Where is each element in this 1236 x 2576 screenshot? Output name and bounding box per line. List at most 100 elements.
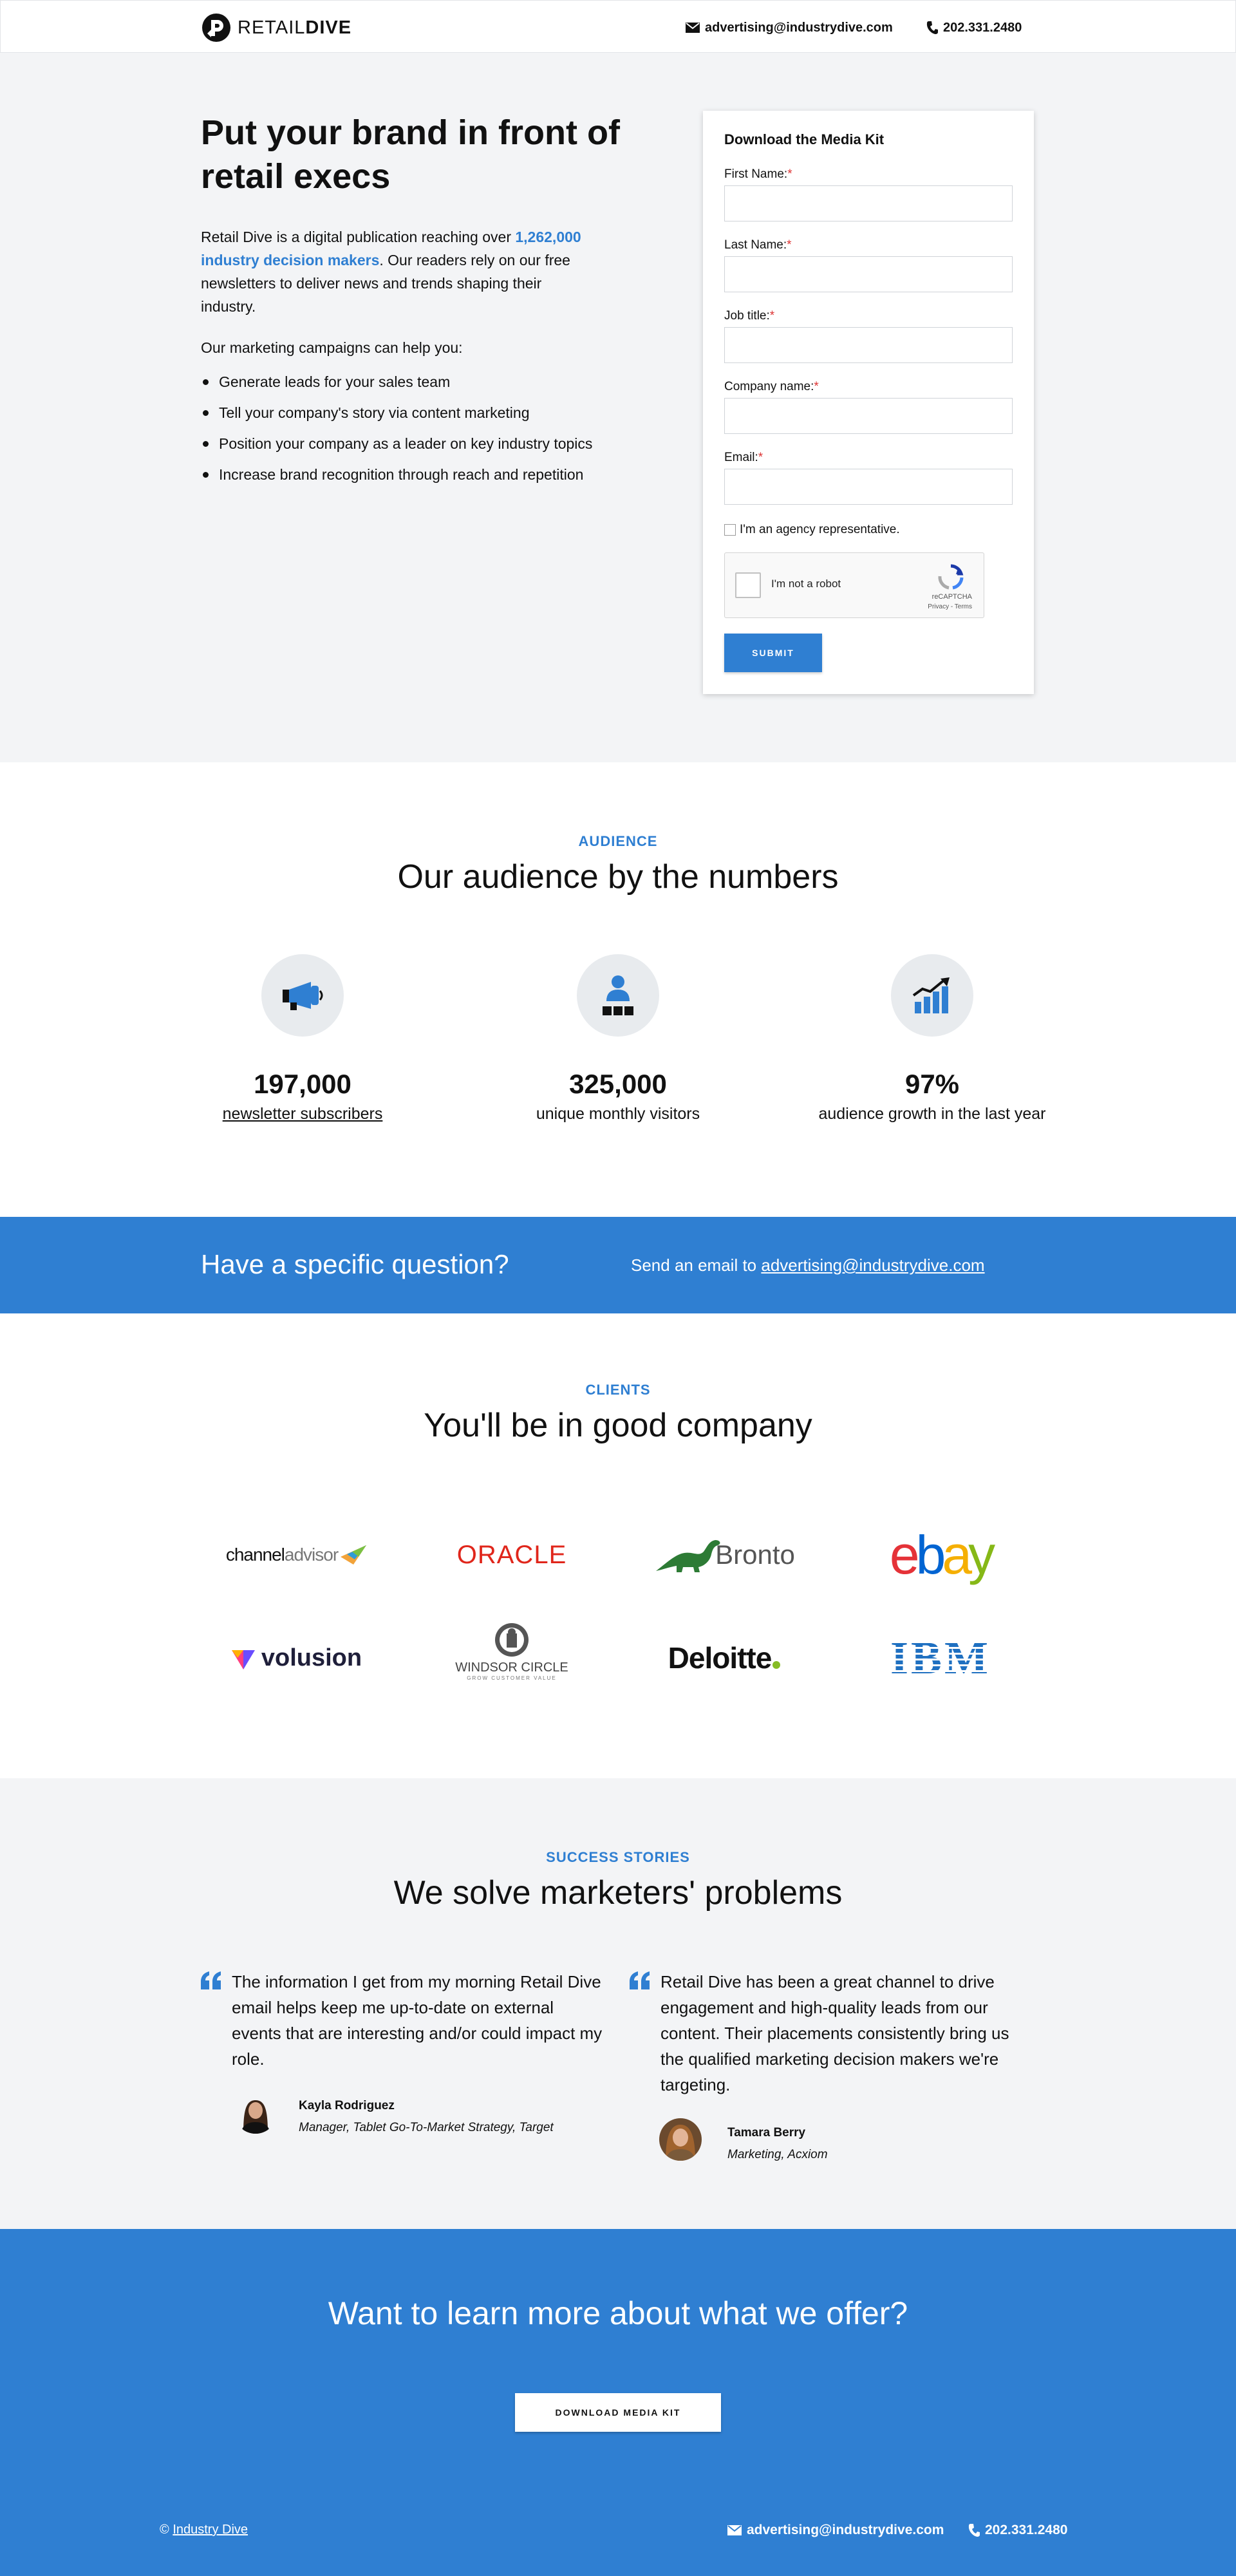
bronto-logo: Bronto	[637, 1519, 811, 1590]
retail-dive-logo[interactable]: RETAILDIVE	[201, 12, 351, 43]
logo-text: ORACLE	[456, 1540, 567, 1569]
stat-label-link[interactable]: newsletter subscribers	[154, 1105, 451, 1123]
question-title: Have a specific question?	[201, 1249, 509, 1279]
windsor-circle-logo: WINDSOR CIRCLE GROW CUSTOMER VALUE	[425, 1616, 599, 1687]
megaphone-icon	[283, 982, 323, 1010]
testimonial-role: Marketing, Acxiom	[727, 2148, 828, 2161]
logo-text: e	[889, 1524, 920, 1585]
stat-growth: 97% audience growth in the last year	[784, 954, 1080, 1123]
avatar	[659, 2118, 702, 2161]
growth-chart-icon	[912, 977, 950, 1013]
windsor-circle-badge-icon	[495, 1623, 529, 1657]
channeladvisor-bird-icon	[341, 1545, 367, 1565]
clients-section: CLIENTS You'll be in good company channe…	[0, 1313, 1236, 1778]
stat-label: audience growth in the last year	[818, 1105, 1046, 1123]
submit-button[interactable]: SUBMIT	[724, 634, 822, 672]
logo-text: Deloitte	[668, 1641, 772, 1675]
last-name-label: Last Name:*	[724, 238, 792, 252]
copyright-symbol: ©	[160, 2523, 169, 2537]
volusion-gem-icon	[231, 1650, 255, 1669]
question-banner: Have a specific question? Send an email …	[0, 1217, 1236, 1313]
question-text: Send an email to advertising@industrydiv…	[631, 1255, 985, 1275]
clients-title: You'll be in good company	[424, 1407, 812, 1444]
hero-help-text: Our marketing campaigns can help you:	[201, 339, 463, 356]
stat-icon-circle	[891, 954, 973, 1037]
recaptcha-checkbox[interactable]	[735, 572, 761, 598]
stat-icon-circle	[577, 954, 659, 1037]
recaptcha-label: I'm not a robot	[771, 578, 841, 590]
first-name-label: First Name:*	[724, 167, 792, 181]
benefit-item: Position your company as a leader on key…	[201, 433, 600, 455]
logo-text: y	[968, 1524, 995, 1585]
ibm-logo: IBM	[854, 1622, 1027, 1693]
company-name-field[interactable]	[724, 398, 1013, 434]
media-kit-form: Download the Media Kit First Name:* Last…	[703, 111, 1034, 694]
channeladvisor-logo: channeladvisor	[209, 1519, 383, 1590]
email-field[interactable]	[724, 469, 1013, 505]
testimonial-name: Kayla Rodriguez	[299, 2099, 395, 2112]
audience-eyebrow: AUDIENCE	[578, 833, 658, 849]
footer-email-link[interactable]: advertising@industrydive.com	[727, 2523, 944, 2538]
bronto-dinosaur-icon	[656, 1540, 720, 1572]
footer-phone: 202.331.2480	[985, 2523, 1068, 2537]
benefit-item: Increase brand recognition through reach…	[201, 464, 600, 485]
recaptcha-icon	[938, 564, 964, 590]
logo-text: volusion	[261, 1644, 362, 1671]
question-email-link[interactable]: advertising@industrydive.com	[761, 1255, 984, 1275]
envelope-icon	[686, 23, 700, 33]
avatar	[234, 2091, 277, 2134]
stat-icon-circle	[261, 954, 344, 1037]
testimonial-role: Manager, Tablet Go-To-Market Strategy, T…	[299, 2121, 554, 2134]
testimonial-text: Retail Dive has been a great channel to …	[660, 1972, 1009, 2094]
retail-dive-logo-mark-icon	[202, 14, 230, 42]
logo-text: IBM	[890, 1631, 991, 1684]
agency-label: I'm an agency representative.	[740, 523, 900, 536]
deloitte-dot-icon	[772, 1661, 781, 1669]
stories-eyebrow: SUCCESS STORIES	[546, 1849, 690, 1865]
footer-email: advertising@industrydive.com	[747, 2523, 944, 2537]
footer-phone-link[interactable]: 202.331.2480	[968, 2523, 1067, 2538]
recaptcha-widget: I'm not a robot reCAPTCHA Privacy - Term…	[724, 552, 984, 618]
phone-icon	[968, 2524, 980, 2537]
stat-value: 325,000	[569, 1069, 667, 1099]
quote-mark-icon	[201, 1971, 221, 1989]
audience-title: Our audience by the numbers	[397, 858, 839, 896]
stat-visitors: 325,000 unique monthly visitors	[470, 954, 766, 1123]
success-stories-section: SUCCESS STORIES We solve marketers' prob…	[0, 1778, 1236, 2229]
testimonial: Retail Dive has been a great channel to …	[628, 1969, 1040, 2214]
header-phone: 202.331.2480	[943, 20, 1022, 35]
logo-text: a	[942, 1524, 972, 1585]
header-phone-link[interactable]: 202.331.2480	[926, 19, 1022, 37]
logo-text: advisor	[284, 1545, 339, 1565]
stat-newsletter: 197,000 newsletter subscribers	[154, 954, 451, 1123]
hero-title: Put your brand in front of retail execs	[201, 113, 620, 196]
recaptcha-terms-link[interactable]: Privacy - Terms	[928, 603, 972, 610]
first-name-field[interactable]	[724, 185, 1013, 221]
hero-intro-text: Retail Dive is a digital publication rea…	[201, 229, 511, 245]
hero-intro: Retail Dive is a digital publication rea…	[201, 225, 587, 318]
person-avatar-icon	[659, 2118, 702, 2161]
logo-wordmark: RETAILDIVE	[238, 17, 352, 38]
cta-title: Want to learn more about what we offer?	[328, 2295, 908, 2331]
email-label: Email:*	[724, 451, 763, 464]
site-header: RETAILDIVE advertising@industrydive.com …	[0, 0, 1236, 53]
testimonial-name: Tamara Berry	[727, 2126, 806, 2139]
industry-dive-link[interactable]: Industry Dive	[173, 2523, 248, 2537]
agency-checkbox-row[interactable]: I'm an agency representative.	[724, 523, 900, 537]
form-title: Download the Media Kit	[724, 131, 885, 147]
oracle-logo: ORACLE	[425, 1519, 599, 1590]
testimonial-text: The information I get from my morning Re…	[232, 1972, 603, 2069]
ebay-logo: ebay	[854, 1519, 1027, 1590]
job-title-field[interactable]	[724, 327, 1013, 363]
benefits-list: Generate leads for your sales team Tell …	[201, 371, 600, 494]
last-name-field[interactable]	[724, 256, 1013, 292]
agency-checkbox[interactable]	[724, 524, 736, 536]
logo-text: b	[915, 1524, 946, 1585]
deloitte-logo: Deloitte	[637, 1622, 811, 1693]
stat-value: 97%	[904, 1069, 960, 1099]
logo-tagline: GROW CUSTOMER VALUE	[467, 1675, 557, 1681]
question-prompt: Send an email to	[631, 1255, 757, 1275]
quote-mark-icon	[630, 1971, 650, 1989]
download-media-kit-button[interactable]: DOWNLOAD MEDIA KIT	[515, 2393, 721, 2432]
header-email-link[interactable]: advertising@industrydive.com	[686, 19, 893, 37]
